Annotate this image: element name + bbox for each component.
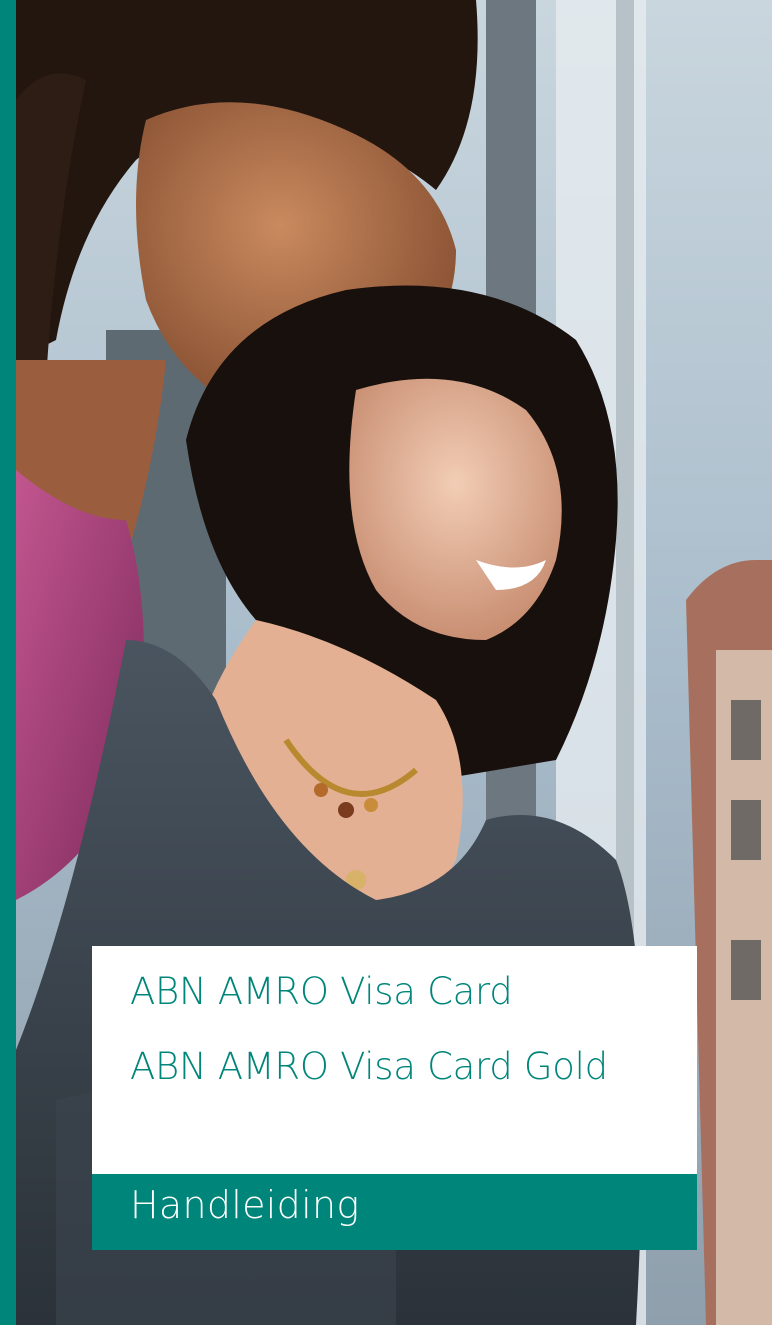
subtitle-bar: Handleiding [92, 1174, 697, 1250]
brand-color-strip [0, 0, 16, 1325]
product-title-visa-card-gold: ABN AMRO Visa Card Gold [130, 1045, 608, 1088]
document-subtitle: Handleiding [130, 1183, 360, 1227]
product-title-visa-card: ABN AMRO Visa Card [130, 970, 513, 1013]
cover-title-panel: ABN AMRO Visa Card ABN AMRO Visa Card Go… [92, 946, 697, 1174]
